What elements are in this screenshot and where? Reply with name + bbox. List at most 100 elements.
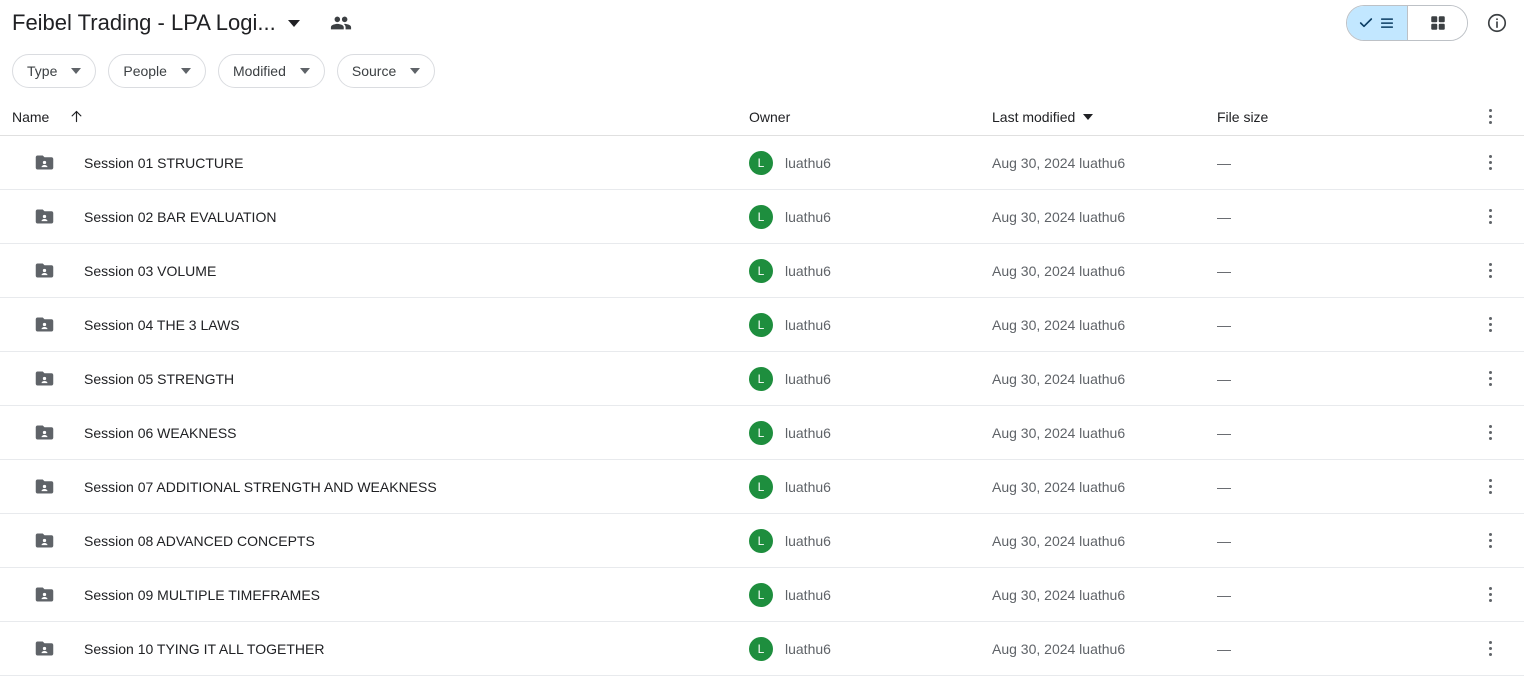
cell-row-options <box>1465 367 1512 391</box>
shared-folder-icon <box>30 368 58 389</box>
table-header-row: Name Owner Last modified File size <box>0 98 1524 136</box>
cell-owner: L luathu6 <box>749 150 992 175</box>
last-modified-label: Aug 30, 2024 luathu6 <box>992 640 1126 657</box>
cell-last-modified: Aug 30, 2024 luathu6 <box>992 371 1217 387</box>
column-header-options <box>1465 105 1512 129</box>
filter-chip-people[interactable]: People <box>108 54 206 88</box>
kebab-menu-icon[interactable] <box>1478 421 1502 445</box>
shared-folder-icon <box>30 152 58 173</box>
avatar: L <box>749 420 773 445</box>
kebab-menu-icon[interactable] <box>1478 475 1502 499</box>
shared-folder-icon <box>30 476 58 497</box>
kebab-menu-icon[interactable] <box>1478 151 1502 175</box>
app-header: Feibel Trading - LPA Logi... <box>0 0 1524 46</box>
last-modified-label: Aug 30, 2024 luathu6 <box>992 586 1126 603</box>
chevron-down-icon <box>1083 113 1094 120</box>
chevron-down-icon[interactable] <box>287 19 300 27</box>
column-header-file-size[interactable]: File size <box>1217 109 1465 125</box>
kebab-menu-icon[interactable] <box>1478 529 1502 553</box>
avatar: L <box>749 150 773 175</box>
kebab-menu-icon[interactable] <box>1478 313 1502 337</box>
column-header-file-size-label: File size <box>1217 108 1269 125</box>
column-header-name[interactable]: Name <box>12 108 749 125</box>
arrow-up-icon[interactable] <box>69 108 84 125</box>
table-row[interactable]: Session 07 ADDITIONAL STRENGTH AND WEAKN… <box>0 460 1524 514</box>
kebab-menu-icon[interactable] <box>1478 259 1502 283</box>
table-row[interactable]: Session 09 MULTIPLE TIMEFRAMES L luathu6… <box>0 568 1524 622</box>
cell-last-modified: Aug 30, 2024 luathu6 <box>992 263 1217 279</box>
table-row[interactable]: Session 02 BAR EVALUATION L luathu6 Aug … <box>0 190 1524 244</box>
kebab-menu-icon[interactable] <box>1478 367 1502 391</box>
check-icon <box>1359 18 1373 28</box>
table-row[interactable]: Session 01 STRUCTURE L luathu6 Aug 30, 2… <box>0 136 1524 190</box>
last-modified-label: Aug 30, 2024 luathu6 <box>992 370 1126 387</box>
owner-name-label: luathu6 <box>785 262 831 279</box>
owner-name-label: luathu6 <box>785 208 831 225</box>
cell-row-options <box>1465 475 1512 499</box>
grid-squares-icon <box>1430 16 1445 30</box>
filter-chip-type[interactable]: Type <box>12 54 97 88</box>
info-circle-icon[interactable] <box>1480 6 1514 40</box>
people-icon[interactable] <box>330 12 352 34</box>
filter-chip-source-label: Source <box>351 63 397 79</box>
owner-name-label: luathu6 <box>785 316 831 333</box>
file-size-label: — <box>1217 532 1231 549</box>
table-row[interactable]: Session 04 THE 3 LAWS L luathu6 Aug 30, … <box>0 298 1524 352</box>
cell-owner: L luathu6 <box>749 636 992 661</box>
shared-folder-icon <box>30 584 58 605</box>
cell-row-options <box>1465 529 1512 553</box>
last-modified-label: Aug 30, 2024 luathu6 <box>992 532 1126 549</box>
cell-row-options <box>1465 421 1512 445</box>
list-view-button[interactable] <box>1347 6 1407 40</box>
chevron-down-icon <box>410 68 421 74</box>
shared-folder-icon <box>30 638 58 659</box>
column-header-owner[interactable]: Owner <box>749 109 992 125</box>
filter-chip-modified[interactable]: Modified <box>217 54 325 88</box>
cell-row-options <box>1465 259 1512 283</box>
kebab-menu-icon[interactable] <box>1478 583 1502 607</box>
file-name-label: Session 02 BAR EVALUATION <box>84 208 277 225</box>
avatar: L <box>749 528 773 553</box>
table-row[interactable]: Session 08 ADVANCED CONCEPTS L luathu6 A… <box>0 514 1524 568</box>
cell-owner: L luathu6 <box>749 312 992 337</box>
cell-file-size: — <box>1217 479 1465 495</box>
file-size-label: — <box>1217 586 1231 603</box>
cell-row-options <box>1465 151 1512 175</box>
shared-folder-icon <box>30 260 58 281</box>
cell-name: Session 07 ADDITIONAL STRENGTH AND WEAKN… <box>12 476 749 497</box>
cell-name: Session 01 STRUCTURE <box>12 152 749 173</box>
cell-last-modified: Aug 30, 2024 luathu6 <box>992 209 1217 225</box>
column-header-last-modified[interactable]: Last modified <box>992 109 1217 125</box>
avatar: L <box>749 636 773 661</box>
kebab-menu-icon[interactable] <box>1478 637 1502 661</box>
kebab-menu-icon[interactable] <box>1478 105 1502 129</box>
view-toggle[interactable] <box>1346 5 1468 41</box>
cell-file-size: — <box>1217 263 1465 279</box>
cell-owner: L luathu6 <box>749 474 992 499</box>
table-row[interactable]: Session 10 TYING IT ALL TOGETHER L luath… <box>0 622 1524 676</box>
last-modified-label: Aug 30, 2024 luathu6 <box>992 424 1126 441</box>
shared-folder-icon <box>30 206 58 227</box>
file-name-label: Session 08 ADVANCED CONCEPTS <box>84 532 315 549</box>
cell-owner: L luathu6 <box>749 204 992 229</box>
last-modified-label: Aug 30, 2024 luathu6 <box>992 478 1126 495</box>
shared-folder-icon <box>30 530 58 551</box>
cell-owner: L luathu6 <box>749 582 992 607</box>
cell-owner: L luathu6 <box>749 366 992 391</box>
table-row[interactable]: Session 05 STRENGTH L luathu6 Aug 30, 20… <box>0 352 1524 406</box>
owner-name-label: luathu6 <box>785 640 831 657</box>
table-row[interactable]: Session 06 WEAKNESS L luathu6 Aug 30, 20… <box>0 406 1524 460</box>
cell-last-modified: Aug 30, 2024 luathu6 <box>992 317 1217 333</box>
cell-file-size: — <box>1217 209 1465 225</box>
file-list-table: Name Owner Last modified File size Sessi… <box>0 98 1524 676</box>
cell-name: Session 03 VOLUME <box>12 260 749 281</box>
table-row[interactable]: Session 03 VOLUME L luathu6 Aug 30, 2024… <box>0 244 1524 298</box>
shared-folder-icon <box>30 314 58 335</box>
filter-chip-source[interactable]: Source <box>336 54 436 88</box>
cell-name: Session 06 WEAKNESS <box>12 422 749 443</box>
cell-file-size: — <box>1217 371 1465 387</box>
grid-view-button[interactable] <box>1407 6 1467 40</box>
file-name-label: Session 10 TYING IT ALL TOGETHER <box>84 640 325 657</box>
kebab-menu-icon[interactable] <box>1478 205 1502 229</box>
cell-row-options <box>1465 313 1512 337</box>
